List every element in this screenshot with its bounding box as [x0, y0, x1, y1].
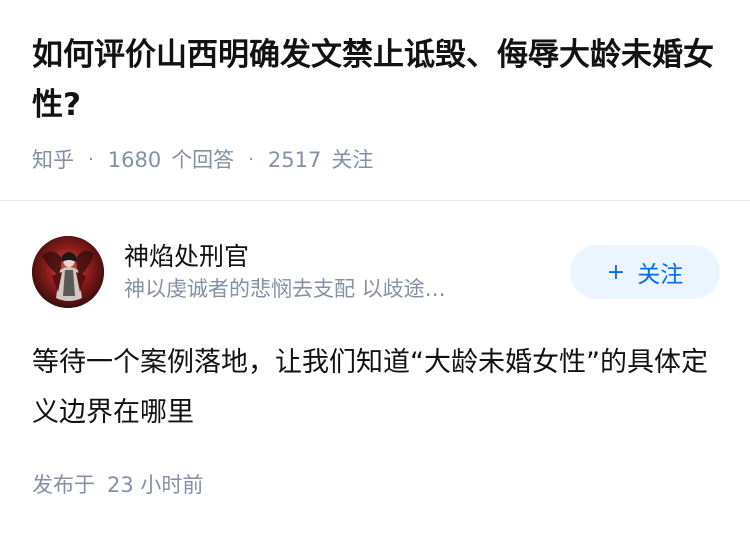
published-time: 23 小时前	[107, 473, 204, 497]
answer-timestamp: 发布于 23 小时前	[32, 470, 203, 500]
follow-button[interactable]: + 关注	[570, 245, 720, 299]
avatar[interactable]	[32, 236, 104, 308]
answer-card: 神焰处刑官 神以虔诚者的悲悯去支配 以歧途… + 关注 等待一个案例落地，让我们…	[32, 234, 720, 438]
answer-content[interactable]: 等待一个案例落地，让我们知道“大龄未婚女性”的具体定义边界在哪里	[32, 338, 722, 438]
question-title[interactable]: 如何评价山西明确发文禁止诋毁、侮辱大龄未婚女性?	[32, 30, 718, 130]
question-header: 如何评价山西明确发文禁止诋毁、侮辱大龄未婚女性? 知乎 · 1680 个回答 ·…	[0, 0, 750, 172]
answers-label[interactable]: 个回答	[171, 146, 234, 174]
meta-separator: ·	[88, 149, 94, 170]
answers-count: 1680	[107, 148, 162, 172]
meta-separator: ·	[248, 149, 254, 170]
author-info: 神焰处刑官 神以虔诚者的悲悯去支配 以歧途…	[124, 240, 570, 304]
published-label: 发布于	[32, 473, 95, 497]
question-meta: 知乎 · 1680 个回答 · 2517 关注	[32, 146, 718, 174]
follow-count-label: 关注	[331, 148, 374, 172]
author-name[interactable]: 神焰处刑官	[124, 240, 570, 274]
author-row: 神焰处刑官 神以虔诚者的悲悯去支配 以歧途… + 关注	[32, 234, 720, 310]
follow-button-label: 关注	[637, 262, 684, 288]
section-divider	[0, 200, 750, 201]
page: 如何评价山西明确发文禁止诋毁、侮辱大龄未婚女性? 知乎 · 1680 个回答 ·…	[0, 0, 750, 538]
author-bio: 神以虔诚者的悲悯去支配 以歧途…	[124, 277, 446, 301]
follow-count: 2517	[267, 148, 322, 172]
source-label[interactable]: 知乎	[32, 146, 74, 174]
avatar-icon	[32, 236, 104, 308]
plus-icon: +	[606, 259, 626, 285]
